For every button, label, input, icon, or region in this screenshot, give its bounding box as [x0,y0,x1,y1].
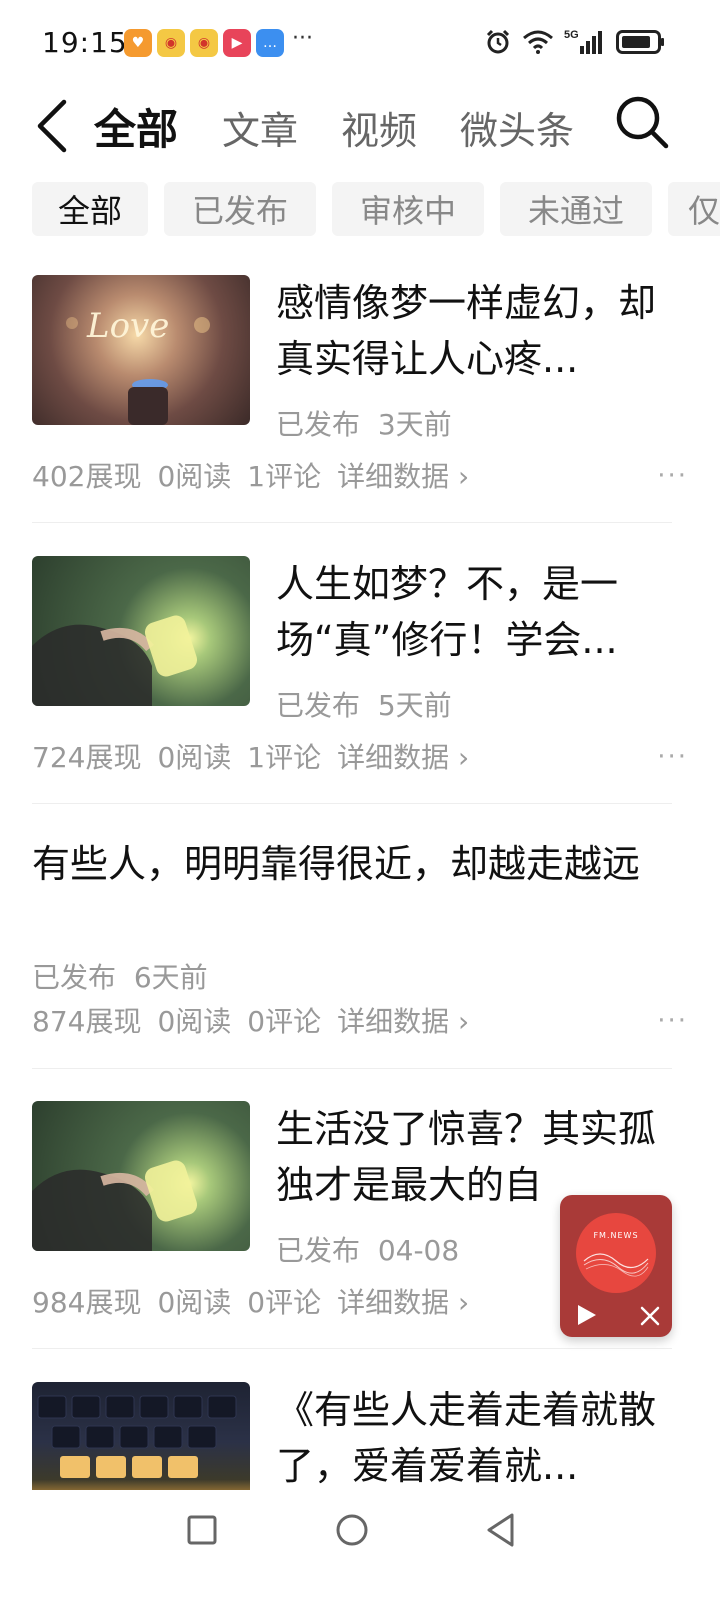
search-icon[interactable] [614,94,670,150]
detail-data-link[interactable]: 详细数据 › [337,736,469,776]
item-meta: 已发布 3天前 [276,403,452,443]
item-reads: 0阅读 [157,1286,232,1319]
item-stats: 402展现 0阅读 1评论 详细数据 › [32,455,469,495]
keyboard-love-image [32,1382,250,1490]
status-bar: 19:15 ♥ ◉ ◉ ▶ … ··· 5G [0,0,720,90]
home-icon[interactable] [334,1512,370,1548]
item-reads: 0阅读 [157,460,232,493]
detail-data-link[interactable]: 详细数据 › [337,1281,469,1321]
divider [32,522,672,523]
status-indicators: 5G [484,28,666,56]
close-icon[interactable] [640,1306,660,1326]
item-time: 04-08 [377,1234,460,1267]
divider [32,803,672,804]
tab-videos[interactable]: 视频 [341,100,417,155]
message-app-icon: … [256,29,284,57]
item-views: 984展现 [32,1286,142,1319]
header: 全部 文章 视频 微头条 [0,90,720,170]
alarm-icon [486,29,510,54]
video-app-icon: ▶ [223,29,251,57]
list-item[interactable]: Love 感情像梦一样虚幻，却真实得让人心疼... 已发布 3天前 402展现 … [32,275,688,495]
back-icon[interactable] [30,96,74,156]
item-time: 5天前 [377,689,452,722]
signal-5g-icon: 5G [564,29,602,54]
item-meta: 已发布 04-08 [276,1229,459,1269]
detail-data-link[interactable]: 详细数据 › [337,455,469,495]
item-title[interactable]: 人生如梦？不，是一场“真”修行！学会... [276,556,676,668]
item-status: 已发布 [32,961,117,994]
recent-apps-icon[interactable] [186,1514,218,1546]
item-status: 已发布 [276,1234,361,1267]
item-stats: 984展现 0阅读 0评论 详细数据 › [32,1281,469,1321]
item-title[interactable]: 感情像梦一样虚幻，却真实得让人心疼... [276,275,676,387]
girl-jar-image [32,1101,250,1251]
more-options-icon[interactable]: ··· [657,1006,688,1036]
item-time: 3天前 [377,408,452,441]
tab-all[interactable]: 全部 [94,96,178,157]
filter-all[interactable]: 全部 [32,182,148,236]
item-views: 402展现 [32,460,142,493]
item-stats: 874展现 0阅读 0评论 详细数据 › [32,1000,469,1040]
status-more-icon: ··· [292,26,313,51]
play-icon[interactable] [574,1303,598,1327]
svg-text:Love: Love [86,306,169,346]
girl-jar-image [32,556,250,706]
fm-news-cover[interactable]: FM.NEWS [576,1213,656,1293]
detail-data-link[interactable]: 详细数据 › [337,1000,469,1040]
item-stats: 724展现 0阅读 1评论 详细数据 › [32,736,469,776]
floating-audio-player[interactable]: FM.NEWS [560,1195,672,1337]
item-title[interactable]: 有些人，明明靠得很近，却越走越远 [32,836,662,892]
list-item[interactable]: 《有些人走着走着就散了，爱着爱着就... [32,1382,688,1490]
weibo-icon: ◉ [157,29,185,57]
item-status: 已发布 [276,689,361,722]
back-nav-icon[interactable] [484,1512,518,1548]
list-item[interactable]: 有些人，明明靠得很近，却越走越远 已发布 6天前 874展现 0阅读 0评论 详… [32,836,688,1038]
item-reads: 0阅读 [157,741,232,774]
weibo-icon: ◉ [190,29,218,57]
item-comments: 0评论 [247,1005,322,1038]
item-reads: 0阅读 [157,1005,232,1038]
system-nav-bar [0,1490,720,1604]
filter-rejected[interactable]: 未通过 [500,182,652,236]
notification-app-icon: ♥ [124,29,152,57]
list-item[interactable]: 人生如梦？不，是一场“真”修行！学会... 已发布 5天前 724展现 0阅读 … [32,556,688,776]
item-meta: 已发布 6天前 [32,956,208,996]
wifi-icon [523,30,553,54]
item-title[interactable]: 《有些人走着走着就散了，爱着爱着就... [276,1382,676,1490]
more-options-icon[interactable]: ··· [657,742,688,772]
item-status: 已发布 [276,408,361,441]
svg-text:5G: 5G [564,29,579,41]
item-views: 724展现 [32,741,142,774]
status-filter-bar: 全部 已发布 审核中 未通过 仅 [32,182,720,238]
item-comments: 0评论 [247,1286,322,1319]
divider [32,1348,672,1349]
item-comments: 1评论 [247,741,322,774]
item-meta: 已发布 5天前 [276,684,452,724]
item-comments: 1评论 [247,460,322,493]
filter-reviewing[interactable]: 审核中 [332,182,484,236]
item-time: 6天前 [133,961,208,994]
status-time: 19:15 [42,26,128,59]
battery-icon [616,30,664,54]
tab-micro-headlines[interactable]: 微头条 [460,100,574,155]
filter-private[interactable]: 仅 [668,182,720,236]
filter-published[interactable]: 已发布 [164,182,316,236]
more-options-icon[interactable]: ··· [657,461,688,491]
item-views: 874展现 [32,1005,142,1038]
tab-articles[interactable]: 文章 [222,100,298,155]
divider [32,1068,672,1069]
love-lighter-image: Love [32,275,250,425]
